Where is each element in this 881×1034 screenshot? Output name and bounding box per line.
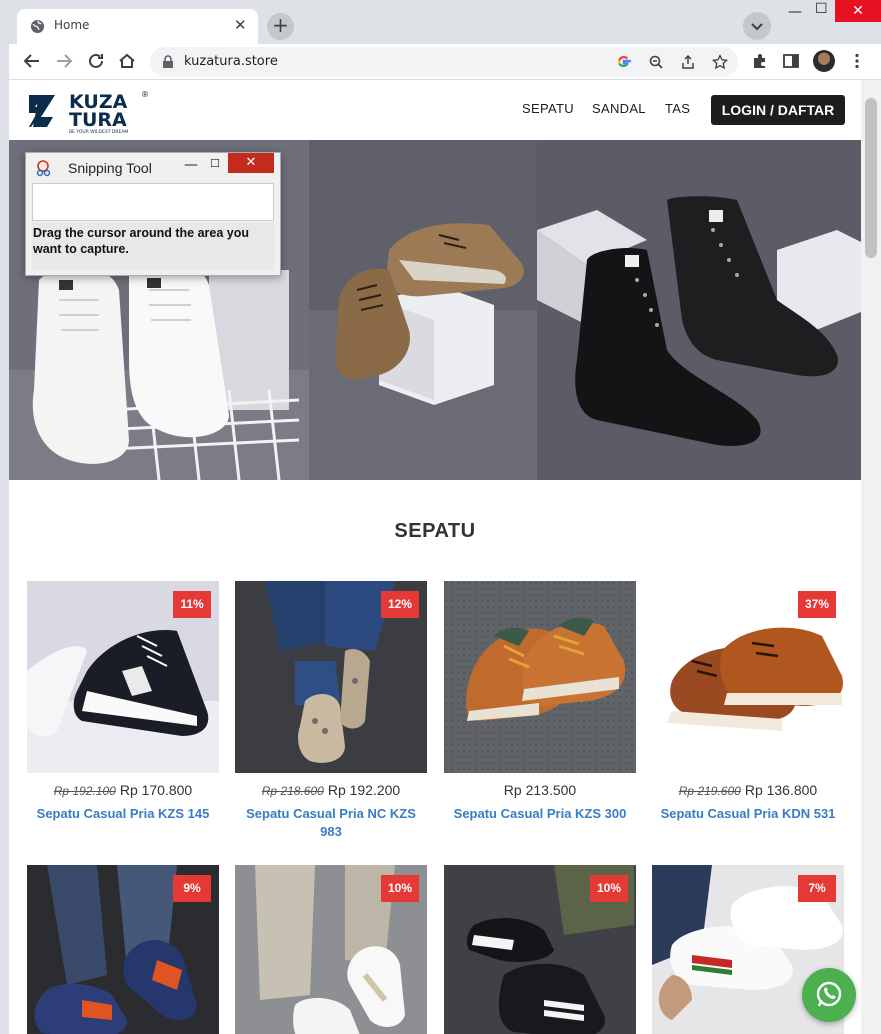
whatsapp-chat-button[interactable] [802,968,856,1022]
tab-search-button[interactable] [743,12,771,40]
window-close-button[interactable]: ✕ [835,0,881,22]
tab-title: Home [54,18,90,32]
discount-badge: 10% [590,875,628,902]
star-icon[interactable] [712,54,728,70]
scissors-icon [36,160,51,177]
nav-link-tas[interactable]: TAS [665,101,690,116]
hero-black-boots-image [537,140,861,480]
site-header: KUZA TURA ® BE YOUR WILDEST DREAM SEPATU… [9,80,861,140]
product-image[interactable]: 11% [27,581,219,773]
old-price: Rp 219.600 [678,784,741,798]
snipping-close-button[interactable]: ✕ [228,153,274,173]
address-bar[interactable]: kuzatura.store [150,47,738,77]
discount-badge: 7% [798,875,836,902]
scrollbar-thumb[interactable] [865,98,877,258]
menu-icon[interactable] [848,52,866,70]
logo-tagline: BE YOUR WILDEST DREAM [69,129,128,135]
snipping-tool-window[interactable]: Snipping Tool — ☐ ✕ Drag the cursor arou… [25,152,281,276]
login-register-button[interactable]: LOGIN / DAFTAR [711,95,845,125]
home-icon[interactable] [116,50,138,72]
zoom-out-icon[interactable] [648,54,664,70]
snipping-maximize-button[interactable]: ☐ [210,157,220,170]
discount-badge: 12% [381,591,419,618]
current-price: Rp 170.800 [119,782,193,798]
back-icon[interactable] [21,50,43,72]
forward-icon[interactable] [53,50,75,72]
old-price: Rp 192.100 [53,784,116,798]
current-price: Rp 213.500 [503,782,577,798]
browser-tab[interactable]: Home ✕ [17,9,258,44]
page-scrollbar[interactable] [861,80,881,1034]
share-icon[interactable] [680,54,696,70]
globe-icon [30,19,45,34]
snipping-instruction: Drag the cursor around the area you want… [32,222,274,270]
product-image[interactable]: 9% [27,865,219,1034]
reload-icon[interactable] [85,50,107,72]
svg-text:®: ® [141,90,149,99]
window-minimize-button[interactable]: — [788,4,802,20]
kuzatura-logo-icon: KUZA TURA ® BE YOUR WILDEST DREAM [29,90,149,135]
product-name-link[interactable]: Sepatu Casual Pria KZS 300 [444,805,636,823]
price-row: Rp 218.600 Rp 192.200 [235,782,427,798]
discount-badge: 9% [173,875,211,902]
browser-toolbar: kuzatura.store [9,44,881,80]
discount-badge: 11% [173,591,211,618]
product-name-link[interactable]: Sepatu Casual Pria NC KZS 983 [235,805,427,841]
product-image[interactable]: 12% [235,581,427,773]
window-maximize-button[interactable]: ☐ [815,1,828,17]
price-row: Rp 219.600 Rp 136.800 [652,782,844,798]
product-image[interactable]: 10% [235,865,427,1034]
nav-link-sepatu[interactable]: SEPATU [522,101,574,116]
hero-brown-shoes-image [309,140,537,480]
current-price: Rp 192.200 [327,782,401,798]
product-name-link[interactable]: Sepatu Casual Pria KZS 145 [27,805,219,823]
product-image[interactable]: 10% [444,865,636,1034]
extensions-icon[interactable] [751,52,769,70]
nav-link-sandal[interactable]: SANDAL [592,101,646,116]
product-name-link[interactable]: Sepatu Casual Pria KDN 531 [652,805,844,823]
price-row: Rp 192.100 Rp 170.800 [27,782,219,798]
product-image[interactable] [444,581,636,773]
current-price: Rp 136.800 [744,782,818,798]
old-price: Rp 218.600 [261,784,324,798]
logo-text-bottom: TURA [69,109,127,131]
product-image[interactable]: 37% [652,581,844,773]
snipping-toolbar [32,183,274,221]
window-edge [0,0,9,1034]
discount-badge: 37% [798,591,836,618]
tab-close-button[interactable]: ✕ [234,16,247,34]
google-icon[interactable] [616,54,632,70]
discount-badge: 10% [381,875,419,902]
profile-avatar[interactable] [813,50,835,72]
snipping-minimize-button[interactable]: — [184,157,198,173]
snipping-tool-title: Snipping Tool [68,160,152,176]
price-row: Rp 213.500 [444,782,636,798]
url-text: kuzatura.store [184,54,278,69]
section-title: SEPATU [394,520,476,542]
site-logo[interactable]: KUZA TURA ® BE YOUR WILDEST DREAM [27,87,152,135]
sidebar-icon[interactable] [782,52,800,70]
lock-icon[interactable] [162,55,174,69]
chevron-down-icon [751,23,763,31]
new-tab-button[interactable]: + [267,13,294,40]
whatsapp-icon [816,981,842,1007]
